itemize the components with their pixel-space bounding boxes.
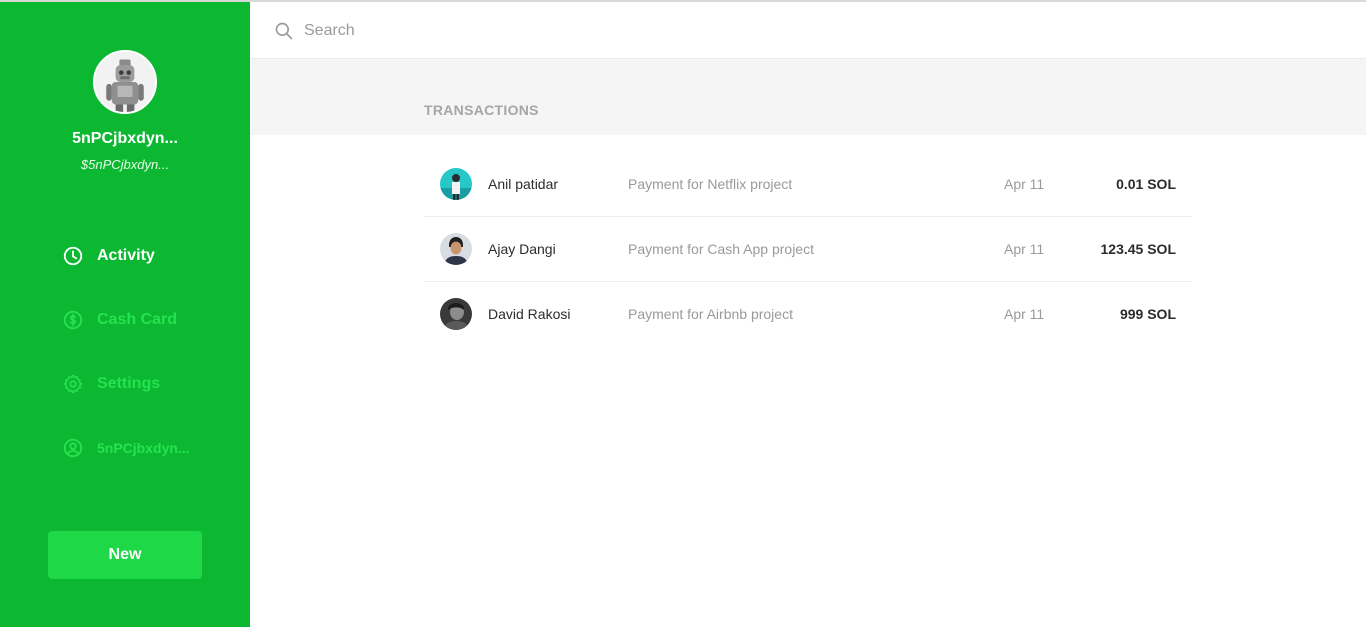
- transaction-name: David Rakosi: [488, 306, 571, 322]
- gear-icon: [63, 374, 83, 394]
- transaction-date: Apr 11: [1004, 241, 1045, 257]
- transaction-amount: 0.01 SOL: [1116, 176, 1176, 192]
- sidebar-item-label: Activity: [97, 247, 155, 264]
- search-bar: [250, 2, 1366, 59]
- transaction-name: Ajay Dangi: [488, 241, 556, 257]
- avatar: [440, 298, 472, 330]
- transaction-description: Payment for Airbnb project: [628, 306, 793, 322]
- profile-cashtag: $5nPCjbxdyn...: [80, 157, 170, 172]
- transaction-date: Apr 11: [1004, 306, 1045, 322]
- transaction-name: Anil patidar: [488, 176, 559, 192]
- profile-avatar[interactable]: [93, 50, 157, 114]
- dollar-circle-icon: [63, 310, 83, 330]
- app-window: 5nPCjbxdyn... $5nPCjbxdyn... Activity Ca…: [0, 0, 1366, 627]
- transaction-description: Payment for Cash App project: [628, 241, 814, 257]
- sidebar-item-cash-card[interactable]: Cash Card: [62, 308, 177, 332]
- sidebar-item-label: 5nPCjbxdyn...: [97, 440, 190, 456]
- transaction-date: Apr 11: [1004, 176, 1045, 192]
- transaction-description: Payment for Netflix project: [628, 176, 793, 192]
- search-icon: [275, 22, 293, 40]
- sidebar: 5nPCjbxdyn... $5nPCjbxdyn... Activity Ca…: [0, 2, 250, 627]
- sidebar-item-settings[interactable]: Settings: [62, 372, 160, 396]
- section-header: TRANSACTIONS: [250, 59, 1366, 135]
- sidebar-item-label: Cash Card: [97, 311, 178, 328]
- sidebar-item-label: Settings: [97, 375, 161, 392]
- transaction-row[interactable]: David Rakosi Payment for Airbnb project …: [424, 282, 1192, 347]
- section-title: TRANSACTIONS: [424, 102, 539, 118]
- profile-username: 5nPCjbxdyn...: [72, 130, 178, 147]
- transaction-row[interactable]: Ajay Dangi Payment for Cash App project …: [424, 217, 1192, 282]
- sidebar-item-account[interactable]: 5nPCjbxdyn...: [62, 436, 190, 460]
- clock-icon: [63, 246, 83, 266]
- avatar: [440, 168, 472, 200]
- avatar: [440, 233, 472, 265]
- transaction-amount: 123.45 SOL: [1100, 241, 1177, 257]
- robot-avatar-icon: [95, 52, 155, 112]
- sidebar-item-activity[interactable]: Activity: [62, 244, 155, 268]
- transaction-list: Anil patidar Payment for Netflix project…: [424, 152, 1192, 347]
- search-input[interactable]: [304, 16, 904, 46]
- transaction-row[interactable]: Anil patidar Payment for Netflix project…: [424, 152, 1192, 217]
- user-circle-icon: [63, 438, 83, 458]
- transaction-amount: 999 SOL: [1119, 306, 1176, 322]
- new-button[interactable]: New: [48, 531, 202, 579]
